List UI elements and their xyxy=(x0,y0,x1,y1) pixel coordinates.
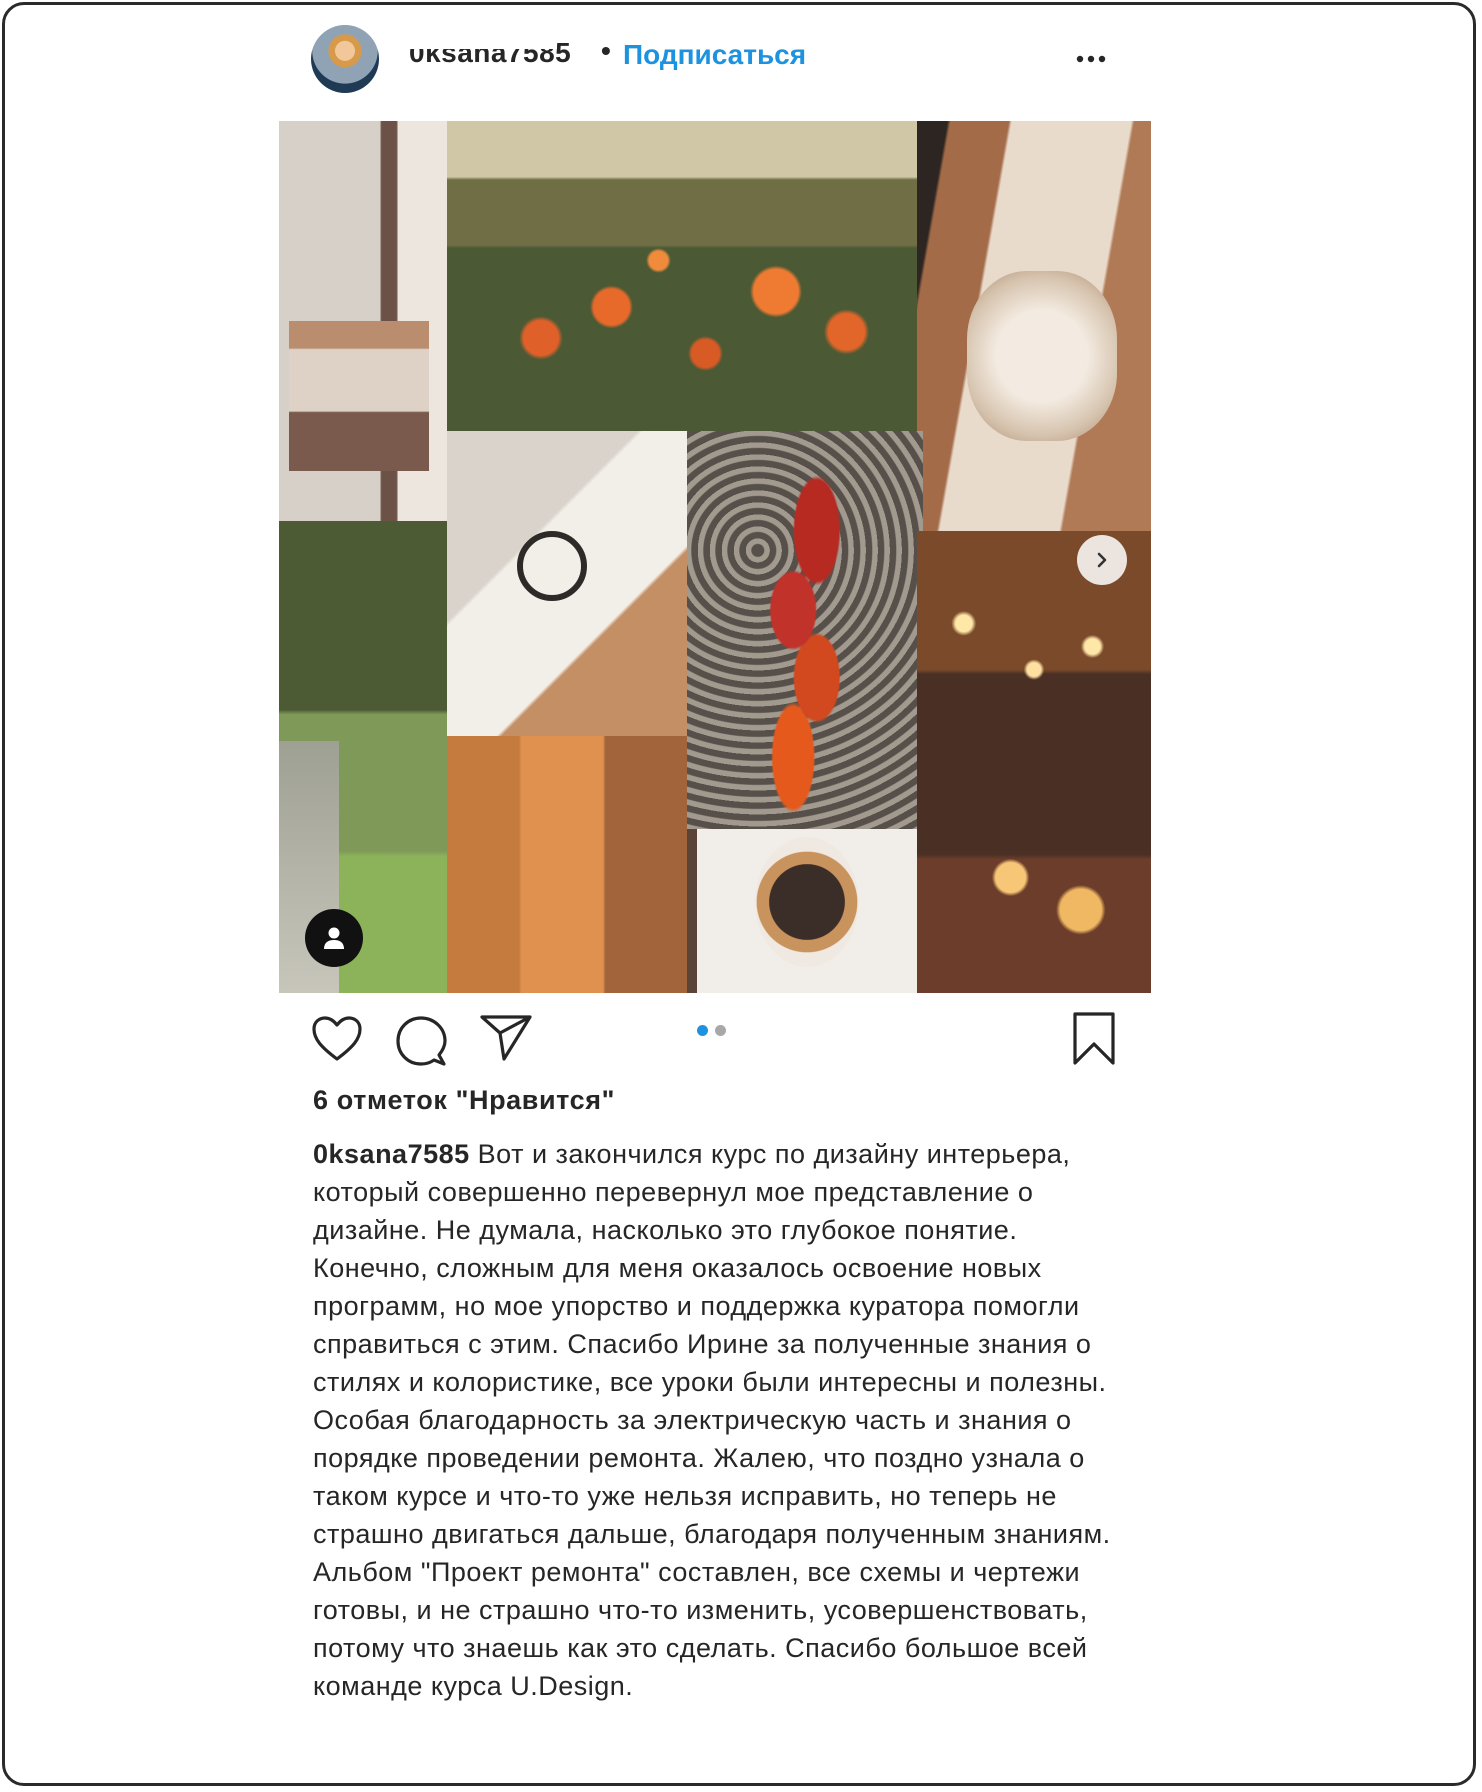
more-options-button[interactable] xyxy=(1071,39,1111,79)
save-button[interactable] xyxy=(1071,1011,1117,1072)
bookmark-icon xyxy=(1073,1012,1115,1065)
avatar[interactable] xyxy=(311,25,379,93)
chevron-right-icon xyxy=(1097,552,1107,568)
carousel-dot xyxy=(715,1025,726,1036)
collage-tile-window xyxy=(279,121,447,521)
collage-tile-wood xyxy=(447,736,687,993)
collage-tile-garden xyxy=(279,521,447,993)
carousel-next-button[interactable] xyxy=(1077,535,1127,585)
user-icon xyxy=(324,927,344,949)
caption-text: Вот и закончился курс по дизайну интерье… xyxy=(313,1139,1111,1701)
follow-button[interactable]: Подписаться xyxy=(623,39,806,71)
like-button[interactable] xyxy=(311,1015,363,1068)
share-button[interactable] xyxy=(479,1013,533,1068)
more-horizontal-icon xyxy=(1076,55,1106,63)
screenshot-frame: 0ksana7585 • Подписаться 6 отметок "Нрав… xyxy=(2,2,1476,1786)
collage-tile-sweater xyxy=(917,121,1151,531)
post-image[interactable] xyxy=(279,121,1151,993)
post-caption: 0ksana7585 Вот и закончился курс по диза… xyxy=(313,1135,1133,1705)
carousel-dot-active xyxy=(697,1025,708,1036)
send-icon xyxy=(480,1015,532,1061)
likes-count[interactable]: 6 отметок "Нравится" xyxy=(313,1085,615,1116)
comment-icon xyxy=(396,1016,447,1066)
username-crop-mask xyxy=(407,33,557,49)
collage-tile-leaves xyxy=(687,431,923,829)
collage-tile-book xyxy=(447,431,687,736)
carousel-indicator xyxy=(697,1025,726,1036)
collage-tile-lights xyxy=(917,531,1151,993)
heart-icon xyxy=(312,1016,362,1061)
header-separator: • xyxy=(601,35,611,66)
caption-username[interactable]: 0ksana7585 xyxy=(313,1139,470,1169)
collage-tile-flower-field xyxy=(447,121,917,431)
post-header: 0ksana7585 • Подписаться xyxy=(311,23,1121,95)
collage-tile-cup xyxy=(697,829,917,993)
comment-button[interactable] xyxy=(395,1015,447,1072)
user-tag-button[interactable] xyxy=(305,909,363,967)
